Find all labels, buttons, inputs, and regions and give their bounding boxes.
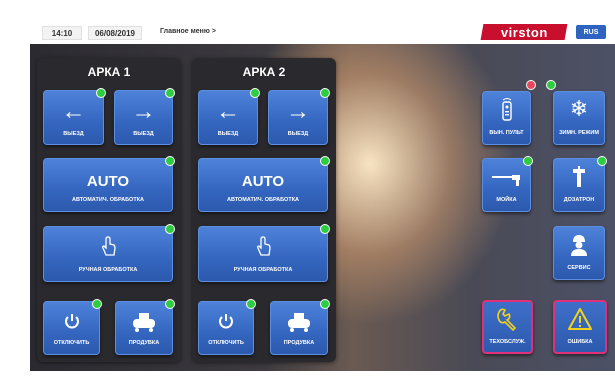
arrow-left-icon: ← <box>61 98 86 125</box>
arch-2-exit-left-button[interactable]: ← ВЫЕЗД <box>198 88 260 145</box>
arch-2-auto-title: AUTO <box>241 173 285 190</box>
power-icon <box>199 312 253 335</box>
status-dot <box>165 224 175 234</box>
arch-1-exit-left-label: ВЫЕЗД <box>63 131 84 137</box>
top-bar: 14:10 06/08/2019 Главное меню > virston … <box>30 20 610 44</box>
error-label: ОШИБКА <box>567 339 593 345</box>
service-button[interactable]: СЕРВИС <box>553 226 605 280</box>
compressor-icon <box>271 310 327 337</box>
arch-1-auto-button[interactable]: AUTO АВТОМАТИЧ. ОБРАБОТКА <box>43 156 175 212</box>
error-button[interactable]: ОШИБКА <box>553 300 607 354</box>
status-dot <box>320 156 330 166</box>
maintenance-button[interactable]: ТЕХОБСЛУЖ. <box>482 300 533 354</box>
arch-2-auto-label: АВТОМАТИЧ. ОБРАБОТКА <box>226 197 300 203</box>
status-dot <box>250 88 260 98</box>
status-dot <box>320 299 330 309</box>
arch-1-power-button[interactable]: ОТКЛЮЧИТЬ <box>43 299 102 355</box>
arch-1-title: АРКА 1 <box>87 65 131 79</box>
warning-icon <box>555 307 605 336</box>
arch-1-manual-button[interactable]: РУЧНАЯ ОБРАБОТКА <box>43 224 175 282</box>
brand-text: virston <box>500 24 548 40</box>
worker-icon <box>554 233 604 262</box>
arch-2-purge-button[interactable]: ПРОДУВКА <box>270 299 330 355</box>
arch-1-exit-right-label: ВЫЕЗД <box>133 131 154 137</box>
status-dot <box>320 88 330 98</box>
arrow-left-icon: ← <box>216 98 240 125</box>
service-label: СЕРВИС <box>567 265 591 271</box>
arch-2-panel: АРКА 2 ← ВЫЕЗД → ВЫЕЗД AUTO АВТОМАТИЧ. О… <box>192 58 336 362</box>
arch-1-exit-right-button[interactable]: → ВЫЕЗД <box>114 88 175 145</box>
arch-1-auto-title: AUTO <box>86 173 130 190</box>
status-dot <box>165 88 175 98</box>
arch-1-manual-label: РУЧНАЯ ОБРАБОТКА <box>78 267 138 273</box>
winter-mode-button[interactable]: ❄ ЗИМН. РЕЖИМ <box>546 80 605 145</box>
hand-pointer-icon <box>44 235 172 262</box>
status-dot <box>597 156 607 166</box>
status-dot <box>546 80 556 90</box>
dosing-icon <box>554 165 604 194</box>
status-dot <box>523 156 533 166</box>
dosing-button[interactable]: ДОЗАТРОН <box>553 156 607 212</box>
remote-control-button[interactable]: ВЫН. ПУЛЬТ <box>482 80 536 145</box>
arch-2-manual-button[interactable]: РУЧНАЯ ОБРАБОТКА <box>198 224 330 282</box>
main-area: АРКА 1 ← ВЫЕЗД → ВЫЕЗД AUTO АВТОМАТИЧ. О… <box>30 44 615 371</box>
remote-control-icon <box>483 98 530 127</box>
wash-button[interactable]: МОЙКА <box>482 156 533 212</box>
arch-1-purge-button[interactable]: ПРОДУВКА <box>115 299 175 355</box>
pressure-washer-icon <box>483 173 530 192</box>
arch-1-auto-label: АВТОМАТИЧ. ОБРАБОТКА <box>71 197 145 203</box>
status-dot <box>92 299 102 309</box>
compressor-icon <box>116 310 172 337</box>
dosing-label: ДОЗАТРОН <box>563 197 595 203</box>
wash-label: МОЙКА <box>496 197 517 203</box>
time-value: 14:10 <box>51 28 73 38</box>
arch-1-power-label: ОТКЛЮЧИТЬ <box>53 340 90 346</box>
clock-display: 14:10 <box>42 26 82 40</box>
arch-2-exit-right-label: ВЫЕЗД <box>287 131 309 137</box>
language-button[interactable]: RUS <box>576 25 606 39</box>
date-display: 06/08/2019 <box>88 26 142 40</box>
winter-mode-label: ЗИМН. РЕЖИМ <box>559 130 599 136</box>
hand-pointer-icon <box>199 235 327 262</box>
arch-2-power-label: ОТКЛЮЧИТЬ <box>208 340 244 346</box>
hmi-screen: 14:10 06/08/2019 Главное меню > virston … <box>0 0 615 381</box>
snowflake-icon: ❄ <box>569 96 589 121</box>
status-dot <box>165 156 175 166</box>
status-dot <box>246 299 256 309</box>
wrench-icon <box>484 306 531 337</box>
arch-1-exit-left-button[interactable]: ← ВЫЕЗД <box>43 88 106 145</box>
brand-logo: virston <box>480 24 568 40</box>
date-value: 06/08/2019 <box>94 28 136 38</box>
arch-1-panel: АРКА 1 ← ВЫЕЗД → ВЫЕЗД AUTO АВТОМАТИЧ. О… <box>37 58 181 362</box>
arrow-right-icon: → <box>286 98 310 125</box>
arch-2-power-button[interactable]: ОТКЛЮЧИТЬ <box>198 299 256 355</box>
alert-status-dot <box>526 80 536 90</box>
status-dot <box>320 224 330 234</box>
status-dot <box>165 299 175 309</box>
maintenance-label: ТЕХОБСЛУЖ. <box>489 339 526 345</box>
power-icon <box>44 312 99 335</box>
arrow-right-icon: → <box>131 98 156 125</box>
arch-1-purge-label: ПРОДУВКА <box>128 340 160 346</box>
arch-2-exit-right-button[interactable]: → ВЫЕЗД <box>268 88 330 145</box>
status-dot <box>96 88 106 98</box>
arch-2-purge-label: ПРОДУВКА <box>283 340 315 346</box>
remote-control-label: ВЫН. ПУЛЬТ <box>489 130 524 136</box>
breadcrumb[interactable]: Главное меню > <box>160 28 216 35</box>
arch-2-title: АРКА 2 <box>242 65 286 79</box>
arch-2-manual-label: РУЧНАЯ ОБРАБОТКА <box>233 267 293 273</box>
arch-2-auto-button[interactable]: AUTO АВТОМАТИЧ. ОБРАБОТКА <box>198 156 330 212</box>
arch-2-exit-left-label: ВЫЕЗД <box>217 131 239 137</box>
